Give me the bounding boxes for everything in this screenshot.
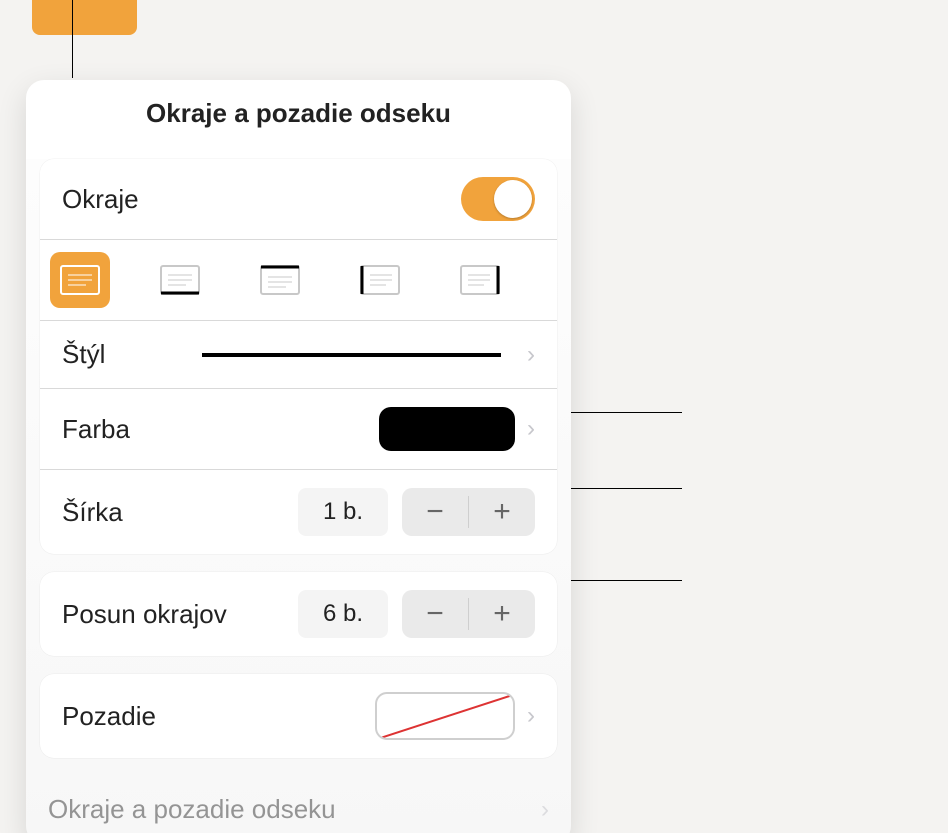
offset-decrement[interactable]: − xyxy=(402,590,468,638)
border-pos-all[interactable] xyxy=(50,252,110,308)
popover-panel: Okraje a pozadie odseku Okraje xyxy=(26,80,571,833)
chevron-right-icon: › xyxy=(527,415,535,443)
width-label: Šírka xyxy=(62,497,182,528)
callout-line xyxy=(552,412,682,413)
borders-toggle[interactable] xyxy=(461,177,535,221)
width-row: Šírka 1 b. − + xyxy=(40,469,557,554)
style-label: Štýl xyxy=(62,339,182,370)
width-increment[interactable]: + xyxy=(469,488,535,536)
offset-label: Posun okrajov xyxy=(62,599,227,630)
offset-card: Posun okrajov 6 b. − + xyxy=(40,572,557,656)
border-pos-top[interactable] xyxy=(250,252,310,308)
background-label: Pozadie xyxy=(62,701,156,732)
panel-title: Okraje a pozadie odseku xyxy=(26,80,571,159)
width-decrement[interactable]: − xyxy=(402,488,468,536)
offset-stepper: − + xyxy=(402,590,535,638)
border-position-segment xyxy=(40,239,557,320)
border-pos-right[interactable] xyxy=(450,252,510,308)
color-row[interactable]: Farba › xyxy=(40,388,557,469)
callout-line xyxy=(552,580,682,581)
callout-line xyxy=(552,488,682,489)
border-pos-left[interactable] xyxy=(350,252,410,308)
border-pos-bottom[interactable] xyxy=(150,252,210,308)
callout-line xyxy=(72,0,73,78)
offset-value: 6 b. xyxy=(298,590,388,638)
offset-increment[interactable]: + xyxy=(469,590,535,638)
width-stepper: − + xyxy=(402,488,535,536)
borders-toggle-label: Okraje xyxy=(62,184,182,215)
parent-list-row[interactable]: Okraje a pozadie odseku › xyxy=(26,776,571,833)
chevron-right-icon: › xyxy=(527,341,535,369)
chevron-right-icon: › xyxy=(541,796,549,824)
chevron-right-icon: › xyxy=(527,702,535,730)
background-swatch[interactable] xyxy=(375,692,515,740)
width-value: 1 b. xyxy=(298,488,388,536)
background-card: Pozadie › xyxy=(40,674,557,758)
parent-row-label: Okraje a pozadie odseku xyxy=(48,794,336,825)
color-label: Farba xyxy=(62,414,182,445)
style-preview xyxy=(202,353,501,357)
style-row[interactable]: Štýl › xyxy=(40,320,557,388)
background-row[interactable]: Pozadie › xyxy=(40,674,557,758)
color-swatch[interactable] xyxy=(379,407,515,451)
context-stub xyxy=(32,0,137,35)
borders-card: Okraje xyxy=(40,159,557,554)
